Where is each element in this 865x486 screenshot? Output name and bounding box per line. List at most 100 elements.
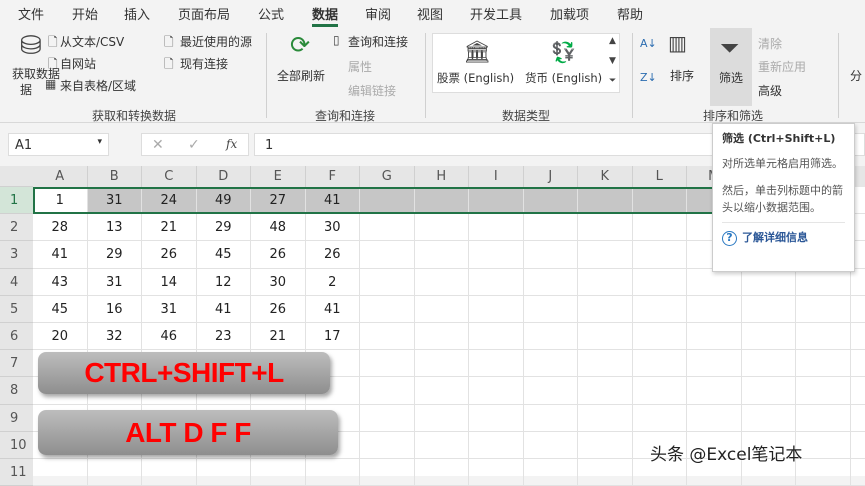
stocks-button[interactable]: 股票 (English) [437, 70, 514, 86]
row-header[interactable]: 10 [0, 432, 33, 459]
advanced-button[interactable]: 高级 [758, 82, 782, 99]
cell-I4[interactable] [469, 269, 524, 296]
column-header-E[interactable]: E [251, 166, 306, 187]
cell-D5[interactable]: 41 [197, 296, 252, 323]
cell-K3[interactable] [578, 241, 633, 268]
cell-A11[interactable] [33, 459, 88, 486]
cell-F1[interactable]: 41 [306, 187, 361, 214]
cell-K11[interactable] [578, 459, 633, 486]
cell-G10[interactable] [360, 432, 415, 459]
recent-sources-button[interactable]: 最近使用的源 [180, 33, 252, 50]
cell-D2[interactable]: 29 [197, 214, 252, 241]
row-header[interactable]: 5 [0, 296, 33, 323]
column-header-L[interactable]: L [633, 166, 688, 187]
cell-G6[interactable] [360, 323, 415, 350]
cell-N4[interactable] [742, 269, 797, 296]
cell-H7[interactable] [415, 350, 470, 377]
cell-O6[interactable] [796, 323, 851, 350]
cell-J6[interactable] [524, 323, 579, 350]
cell-B5[interactable]: 16 [88, 296, 143, 323]
fx-icon[interactable]: fx [226, 137, 237, 151]
cell-E11[interactable] [251, 459, 306, 486]
currency-button[interactable]: 货币 (English) [525, 70, 602, 86]
cell-B4[interactable]: 31 [88, 269, 143, 296]
cell-I10[interactable] [469, 432, 524, 459]
cell-I6[interactable] [469, 323, 524, 350]
cell-J3[interactable] [524, 241, 579, 268]
row-header[interactable]: 7 [0, 350, 33, 377]
cell-N9[interactable] [742, 405, 797, 432]
reapply-button[interactable]: 重新应用 [758, 58, 806, 75]
cell-F2[interactable]: 30 [306, 214, 361, 241]
column-header-A[interactable]: A [33, 166, 88, 187]
cell-C1[interactable]: 24 [142, 187, 197, 214]
from-web-button[interactable]: 自网站 [60, 55, 96, 72]
learn-more-link[interactable]: ?了解详细信息 [722, 229, 845, 246]
cell-O9[interactable] [796, 405, 851, 432]
tab-0[interactable]: 文件 [18, 4, 44, 23]
cell-K8[interactable] [578, 377, 633, 404]
cell-F6[interactable]: 17 [306, 323, 361, 350]
cell-H5[interactable] [415, 296, 470, 323]
row-header[interactable]: 4 [0, 269, 33, 296]
cell-F5[interactable]: 41 [306, 296, 361, 323]
cell-M8[interactable] [687, 377, 742, 404]
cell-J7[interactable] [524, 350, 579, 377]
cell-C3[interactable]: 26 [142, 241, 197, 268]
cell-M4[interactable] [687, 269, 742, 296]
cell-D11[interactable] [197, 459, 252, 486]
cell-D3[interactable]: 45 [197, 241, 252, 268]
cell-I7[interactable] [469, 350, 524, 377]
cell-G1[interactable] [360, 187, 415, 214]
cell-C2[interactable]: 21 [142, 214, 197, 241]
cell-N7[interactable] [742, 350, 797, 377]
cell-I9[interactable] [469, 405, 524, 432]
cell-G2[interactable] [360, 214, 415, 241]
cell-E6[interactable]: 21 [251, 323, 306, 350]
more-icon[interactable]: ⏷ [609, 76, 616, 86]
cell-L8[interactable] [633, 377, 688, 404]
cell-D4[interactable]: 12 [197, 269, 252, 296]
column-header-J[interactable]: J [524, 166, 579, 187]
cell-M6[interactable] [687, 323, 742, 350]
cell-G4[interactable] [360, 269, 415, 296]
cell-L5[interactable] [633, 296, 688, 323]
tab-3[interactable]: 页面布局 [178, 4, 230, 23]
column-header-I[interactable]: I [469, 166, 524, 187]
tab-9[interactable]: 加载项 [550, 4, 589, 23]
row-header[interactable]: 2 [0, 214, 33, 241]
refresh-all-button[interactable]: 全部刷新 [277, 67, 325, 84]
cell-G9[interactable] [360, 405, 415, 432]
tab-6[interactable]: 审阅 [365, 4, 391, 23]
cell-A2[interactable]: 28 [33, 214, 88, 241]
sort-button[interactable]: 排序 [670, 67, 694, 84]
row-header[interactable]: 6 [0, 323, 33, 350]
cell-I1[interactable] [469, 187, 524, 214]
cell-O7[interactable] [796, 350, 851, 377]
tab-4[interactable]: 公式 [258, 4, 284, 23]
cell-J10[interactable] [524, 432, 579, 459]
cell-F4[interactable]: 2 [306, 269, 361, 296]
cell-B11[interactable] [88, 459, 143, 486]
cell-C6[interactable]: 46 [142, 323, 197, 350]
cell-H11[interactable] [415, 459, 470, 486]
cell-F11[interactable] [306, 459, 361, 486]
cell-H10[interactable] [415, 432, 470, 459]
cell-B3[interactable]: 29 [88, 241, 143, 268]
row-header[interactable]: 3 [0, 241, 33, 268]
cell-P4[interactable] [851, 269, 865, 296]
cell-C11[interactable] [142, 459, 197, 486]
cell-B1[interactable]: 31 [88, 187, 143, 214]
cell-G7[interactable] [360, 350, 415, 377]
tab-2[interactable]: 插入 [124, 4, 150, 23]
column-header-F[interactable]: F [306, 166, 361, 187]
column-header-C[interactable]: C [142, 166, 197, 187]
edit-links-button[interactable]: 编辑链接 [348, 82, 396, 99]
cell-H3[interactable] [415, 241, 470, 268]
cell-M5[interactable] [687, 296, 742, 323]
cell-I3[interactable] [469, 241, 524, 268]
row-header[interactable]: 9 [0, 405, 33, 432]
existing-connections-button[interactable]: 现有连接 [180, 55, 228, 72]
column-header-K[interactable]: K [578, 166, 633, 187]
cell-G8[interactable] [360, 377, 415, 404]
